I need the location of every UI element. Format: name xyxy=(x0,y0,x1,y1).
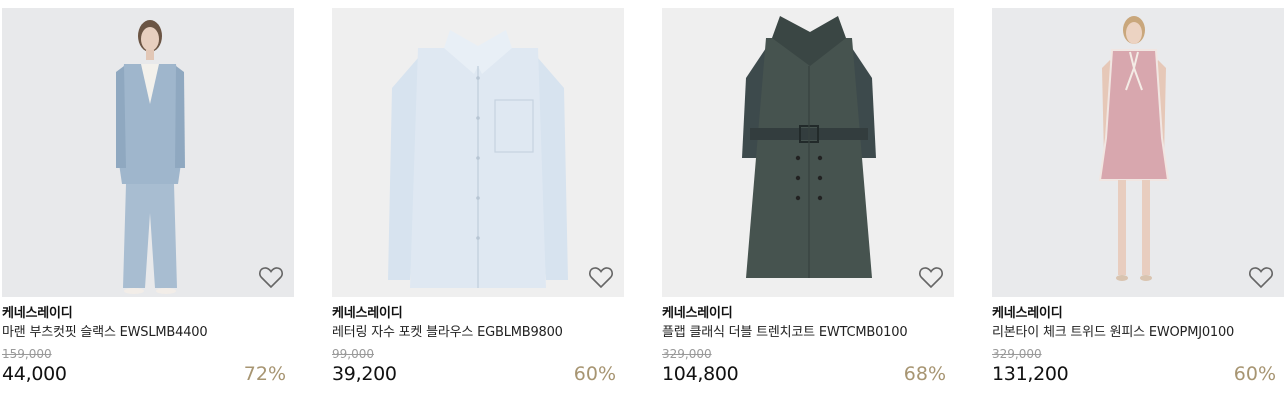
product-image[interactable] xyxy=(2,8,294,297)
sale-price: 39,200 xyxy=(332,363,397,385)
product-name[interactable]: 레터링 자수 포켓 블라우스 EGBLMB9800 xyxy=(332,324,624,342)
discount-rate: 60% xyxy=(573,363,616,385)
product-grid: 케네스레이디 마랜 부츠컷핏 슬랙스 EWSLMB4400 159,000 44… xyxy=(0,0,1285,416)
original-price: 99,000 xyxy=(332,347,374,361)
price-row: 131,200 60% xyxy=(992,362,1284,386)
price-row: 104,800 68% xyxy=(662,362,954,386)
discount-rate: 72% xyxy=(243,363,286,385)
product-card[interactable]: 케네스레이디 플랩 클래식 더블 트렌치코트 EWTCMB0100 329,00… xyxy=(662,8,954,386)
price-row: 39,200 60% xyxy=(332,362,624,386)
product-card[interactable]: 케네스레이디 레터링 자수 포켓 블라우스 EGBLMB9800 99,000 … xyxy=(332,8,624,386)
model-suit-photo xyxy=(2,8,294,297)
sale-price: 131,200 xyxy=(992,363,1069,385)
blouse-photo xyxy=(332,8,624,297)
discount-rate: 60% xyxy=(1233,363,1276,385)
model-tweed-dress-photo xyxy=(992,8,1284,297)
heart-outline-icon[interactable] xyxy=(588,265,614,289)
brand-name: 케네스레이디 xyxy=(332,306,403,321)
heart-outline-icon[interactable] xyxy=(258,265,284,289)
product-name[interactable]: 리본타이 체크 트위드 원피스 EWOPMJ0100 xyxy=(992,324,1284,342)
product-name[interactable]: 마랜 부츠컷핏 슬랙스 EWSLMB4400 xyxy=(2,324,294,342)
trench-coat-photo xyxy=(662,8,954,297)
sale-price: 104,800 xyxy=(662,363,739,385)
heart-outline-icon[interactable] xyxy=(918,265,944,289)
original-price: 329,000 xyxy=(992,347,1042,361)
heart-outline-icon[interactable] xyxy=(1248,265,1274,289)
product-card[interactable]: 케네스레이디 리본타이 체크 트위드 원피스 EWOPMJ0100 329,00… xyxy=(992,8,1284,386)
price-row: 44,000 72% xyxy=(2,362,294,386)
brand-name: 케네스레이디 xyxy=(662,306,733,321)
original-price: 329,000 xyxy=(662,347,712,361)
discount-rate: 68% xyxy=(903,363,946,385)
product-card[interactable]: 케네스레이디 마랜 부츠컷핏 슬랙스 EWSLMB4400 159,000 44… xyxy=(2,8,294,386)
brand-name: 케네스레이디 xyxy=(992,306,1063,321)
brand-name: 케네스레이디 xyxy=(2,306,73,321)
product-image[interactable] xyxy=(662,8,954,297)
product-image[interactable] xyxy=(992,8,1284,297)
original-price: 159,000 xyxy=(2,347,52,361)
sale-price: 44,000 xyxy=(2,363,67,385)
product-image[interactable] xyxy=(332,8,624,297)
product-name[interactable]: 플랩 클래식 더블 트렌치코트 EWTCMB0100 xyxy=(662,324,954,342)
